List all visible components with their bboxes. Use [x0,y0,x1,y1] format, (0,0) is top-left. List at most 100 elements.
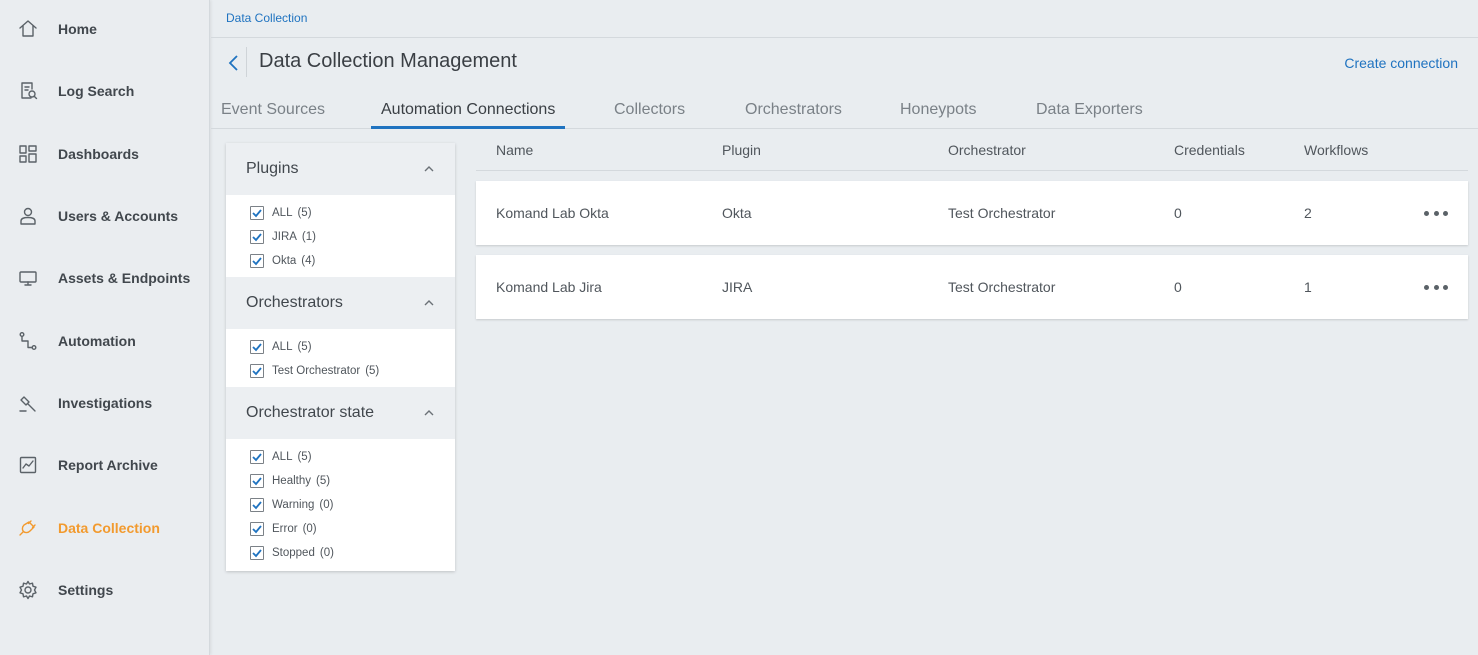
filter-group-header-orchestrator-state[interactable]: Orchestrator state [226,387,455,439]
filter-option-label: ALL [272,451,293,463]
report-icon [17,454,39,476]
column-header-orchestrator[interactable]: Orchestrator [948,142,1026,158]
sidebar-item-users-accounts[interactable]: Users & Accounts [0,196,209,236]
cell-name: Komand Lab Okta [496,205,609,221]
checkbox-checked[interactable] [250,522,264,536]
filter-option-count: (5) [297,341,312,353]
check-icon [252,343,262,352]
filter-option[interactable]: Okta (4) [250,253,315,269]
more-actions-button[interactable] [1424,203,1448,223]
cell-name: Komand Lab Jira [496,279,602,295]
checkbox-checked[interactable] [250,206,264,220]
check-icon [252,233,262,242]
breadcrumb-bar: Data Collection [211,0,1478,38]
filter-option[interactable]: Test Orchestrator (5) [250,363,379,379]
filter-option[interactable]: ALL (5) [250,339,312,355]
sidebar-item-data-collection[interactable]: Data Collection [0,508,209,548]
checkbox-checked[interactable] [250,340,264,354]
filter-option[interactable]: ALL (5) [250,449,312,465]
filter-option[interactable]: Error (0) [250,521,317,537]
tab-automation-connections[interactable]: Automation Connections [371,90,566,129]
filter-option-count: (4) [301,255,316,267]
filter-option-label: Error [272,523,298,535]
more-actions-button[interactable] [1424,277,1448,297]
table-row[interactable]: Komand Lab Okta Okta Test Orchestrator 0… [476,181,1468,245]
filter-group-title: Plugins [246,160,299,177]
cell-credentials: 0 [1174,205,1182,221]
filter-option-label: ALL [272,207,293,219]
column-header-credentials[interactable]: Credentials [1174,142,1245,158]
filter-panel: Plugins ALL (5) JIRA (1) Okta (4) Orches… [226,143,455,571]
table-row[interactable]: Komand Lab Jira JIRA Test Orchestrator 0… [476,255,1468,319]
cell-credentials: 0 [1174,279,1182,295]
tab-collectors[interactable]: Collectors [614,90,685,129]
sidebar-item-label: Data Collection [58,520,160,536]
dot-icon [1443,284,1448,290]
filter-group-title: Orchestrators [246,294,343,311]
chevron-left-icon [228,55,238,71]
filter-option[interactable]: Stopped (0) [250,545,334,561]
check-icon [252,477,262,486]
column-header-workflows[interactable]: Workflows [1304,142,1368,158]
sidebar-item-automation[interactable]: Automation [0,321,209,361]
cell-workflows: 1 [1304,279,1312,295]
sidebar-item-label: Assets & Endpoints [58,270,191,286]
checkbox-checked[interactable] [250,450,264,464]
sidebar-item-investigations[interactable]: Investigations [0,383,209,423]
filter-option[interactable]: ALL (5) [250,205,312,221]
filter-group-header-orchestrators[interactable]: Orchestrators [226,277,455,329]
checkbox-checked[interactable] [250,254,264,268]
create-connection-link[interactable]: Create connection [1344,55,1458,71]
dot-icon [1424,284,1429,290]
back-button[interactable] [221,50,247,76]
check-icon [252,367,262,376]
filter-option-count: (0) [319,499,334,511]
sidebar-item-settings[interactable]: Settings [0,570,209,610]
checkbox-checked[interactable] [250,498,264,512]
filter-option[interactable]: Healthy (5) [250,473,330,489]
page-title: Data Collection Management [259,50,517,72]
plug-icon [17,517,39,539]
tab-honeypots[interactable]: Honeypots [900,90,977,129]
chevron-up-icon [423,296,435,308]
filter-option-count: (5) [365,365,380,377]
filter-group-header-plugins[interactable]: Plugins [226,143,455,195]
gear-icon [17,579,39,601]
dot-icon [1433,284,1439,290]
tab-event-sources[interactable]: Event Sources [221,90,325,129]
cell-orchestrator: Test Orchestrator [948,205,1056,221]
sidebar-item-assets-endpoints[interactable]: Assets & Endpoints [0,258,209,298]
checkbox-checked[interactable] [250,474,264,488]
checkbox-checked[interactable] [250,546,264,560]
gavel-icon [17,392,39,414]
filter-option-label: ALL [272,341,293,353]
chevron-up-icon [423,406,435,418]
tab-orchestrators[interactable]: Orchestrators [745,90,842,129]
automation-icon [17,330,39,352]
column-header-plugin[interactable]: Plugin [722,142,761,158]
checkbox-checked[interactable] [250,230,264,244]
table-header: Name Plugin Orchestrator Credentials Wor… [476,129,1468,171]
dot-icon [1433,210,1439,216]
filter-option-label: JIRA [272,231,297,243]
sidebar-item-label: Report Archive [58,457,158,473]
filter-option[interactable]: JIRA (1) [250,229,316,245]
dot-icon [1424,210,1429,216]
checkbox-checked[interactable] [250,364,264,378]
cell-plugin: JIRA [722,279,753,295]
sidebar: Home Log Search Dashboards Users & Accou… [0,0,210,655]
sidebar-item-label: Settings [58,582,114,598]
title-divider [246,47,247,77]
breadcrumb[interactable]: Data Collection [226,11,307,25]
filter-option[interactable]: Warning (0) [250,497,333,513]
sidebar-item-report-archive[interactable]: Report Archive [0,445,209,485]
tab-data-exporters[interactable]: Data Exporters [1036,90,1143,129]
column-header-name[interactable]: Name [496,142,533,158]
sidebar-item-log-search[interactable]: Log Search [0,71,209,111]
sidebar-item-dashboards[interactable]: Dashboards [0,134,209,174]
filter-option-count: (0) [302,523,317,535]
sidebar-item-home[interactable]: Home [0,9,209,49]
dashboards-icon [17,143,39,165]
tab-bar: Event Sources Automation Connections Col… [211,90,1478,129]
sidebar-item-label: Log Search [58,83,135,99]
